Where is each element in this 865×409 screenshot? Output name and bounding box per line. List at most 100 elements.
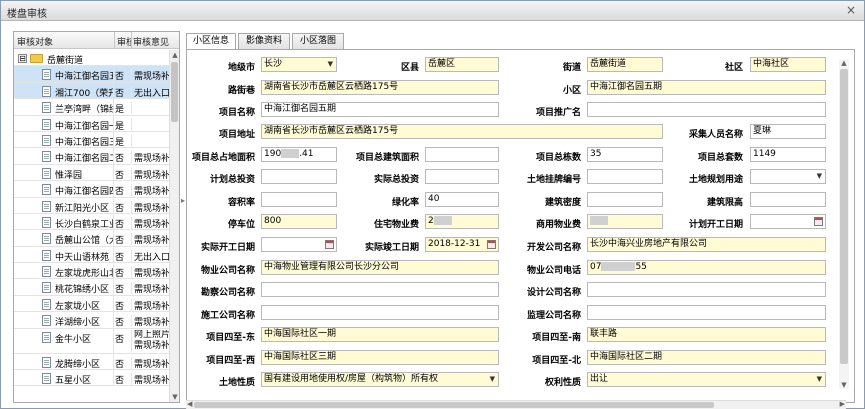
scroll-up-icon[interactable]: ▲: [171, 51, 179, 59]
com-fee-field[interactable]: [587, 214, 663, 229]
tree-row[interactable]: 中海江御名园二否需现场补: [14, 148, 171, 165]
audit-tree-grid: 审核对象 审核 审核意见 ⊟ 岳麓街道 中海江御名园五否需现场补湘江700（荣升…: [13, 31, 180, 403]
right-nature-select[interactable]: 出让 ▼: [587, 372, 826, 387]
act-end-date[interactable]: 2018-12-31: [425, 237, 499, 252]
density-field[interactable]: [587, 192, 663, 207]
dropdown-arrow-icon[interactable]: ▼: [817, 170, 822, 183]
document-icon: [42, 373, 51, 385]
estate-field[interactable]: 中海江御名园五期: [587, 80, 826, 95]
parking-field[interactable]: 800: [261, 214, 337, 229]
scroll-thumb[interactable]: [194, 402, 714, 408]
tree-row-label: 桃花锦绣小区: [55, 285, 110, 295]
tree-row[interactable]: 长沙白鹤泉工业否需现场补: [14, 213, 171, 231]
tree-row[interactable]: 中天山语林苑否无出入口: [14, 246, 171, 264]
units-field[interactable]: 1149: [750, 147, 826, 162]
calendar-icon[interactable]: [487, 240, 496, 249]
tree-row-opinion: 需现场补: [131, 200, 171, 213]
scroll-up-icon[interactable]: ▲: [840, 59, 848, 67]
land-area-field[interactable]: 190.41: [261, 147, 337, 162]
tree-row[interactable]: 湘江700（荣升否无出入口: [14, 82, 171, 100]
actual-invest-field[interactable]: [425, 169, 499, 184]
tree-row[interactable]: 兰亭湾畔（锦绣是: [14, 99, 171, 116]
tree-row[interactable]: 中海江御名园五否需现场补: [14, 66, 171, 83]
road-field[interactable]: 湖南省长沙市岳麓区云栖路175号: [261, 80, 499, 95]
tree-row[interactable]: 中海江御名园四否需现场补: [14, 181, 171, 198]
south-field[interactable]: 联丰路: [587, 327, 826, 342]
tree-row-label: 新江阳光小区: [55, 203, 110, 213]
land-cert-field[interactable]: [587, 169, 663, 184]
form-vertical-scrollbar[interactable]: ▲ ▼: [839, 59, 849, 389]
north-field[interactable]: 中海国际社区二期: [587, 350, 826, 365]
far-field[interactable]: [261, 192, 337, 207]
tree-vertical-scrollbar[interactable]: ▲ ▼: [169, 50, 179, 402]
form-horizontal-scrollbar[interactable]: ◀ ▶: [186, 400, 846, 409]
calendar-icon[interactable]: [325, 240, 334, 249]
build-area-field[interactable]: [425, 147, 499, 162]
header-audit-status[interactable]: 审核: [117, 35, 131, 48]
act-start-date[interactable]: [261, 237, 337, 252]
actual-invest-label: 实际总投资: [373, 175, 419, 185]
scroll-thumb[interactable]: [171, 62, 178, 122]
tree-row[interactable]: 中海江御名园一是: [14, 115, 171, 132]
tree-row[interactable]: 岳麓山公馆（大否需现场补: [14, 230, 171, 247]
tree-row[interactable]: 龙腾缔小区 否需现场补: [14, 353, 171, 371]
dropdown-arrow-icon[interactable]: ▼: [817, 373, 822, 386]
street-field[interactable]: 岳麓街道: [587, 57, 663, 72]
west-field[interactable]: 中海国际社区三期: [261, 350, 499, 365]
tree-row-opinion: 需现场补: [131, 233, 171, 246]
tree-row[interactable]: 左家垅小区 否需现场补: [14, 295, 171, 313]
tree-row-label: 中海江御名园二: [55, 154, 114, 164]
plan-start-date[interactable]: [750, 214, 826, 229]
east-field[interactable]: 中海国际社区一期: [261, 327, 499, 342]
supervise-field[interactable]: [587, 305, 826, 320]
pm-field[interactable]: 中海物业管理有限公司长沙分公司: [261, 260, 499, 275]
tree-row[interactable]: 惟泽园 否需现场补: [14, 164, 171, 182]
pane-splitter[interactable]: ▸: [181, 196, 185, 216]
column-divider[interactable]: [114, 32, 115, 49]
units-label: 项目总套数: [697, 153, 743, 163]
tree-row[interactable]: 金牛小区 否网上照片 需现场补: [14, 328, 171, 354]
calendar-icon[interactable]: [814, 217, 823, 226]
pm-phone-field[interactable]: 07 55: [587, 260, 826, 275]
project-address-field[interactable]: 湖南省长沙市岳麓区云栖路175号: [261, 124, 663, 139]
developer-field[interactable]: 长沙中海兴业房地产有限公司: [587, 237, 826, 252]
construct-field[interactable]: [261, 305, 499, 320]
land-nature-select[interactable]: 国有建设用地使用权/房屋（构筑物）所有权 ▼: [261, 372, 499, 387]
county-field[interactable]: 岳麓区: [425, 57, 499, 72]
tree-root-node[interactable]: ⊟ 岳麓街道: [14, 50, 171, 67]
tree-row[interactable]: 桃花锦绣小区否需现场补: [14, 279, 171, 296]
tree-row[interactable]: 左家垅虎形山北否需现场补: [14, 263, 171, 280]
header-audit-object[interactable]: 审核对象: [17, 35, 53, 48]
scroll-down-icon[interactable]: ▼: [840, 381, 848, 389]
dropdown-arrow-icon[interactable]: ▼: [490, 373, 495, 386]
buildings-field[interactable]: 35: [587, 147, 663, 162]
collector-field[interactable]: 夏琳: [750, 124, 826, 139]
res-fee-field[interactable]: 2: [425, 214, 499, 229]
design-field[interactable]: [587, 282, 826, 297]
tree-row[interactable]: 新江阳光小区否需现场补: [14, 197, 171, 214]
promo-name-field[interactable]: [587, 102, 826, 117]
height-field[interactable]: [750, 192, 826, 207]
survey-field[interactable]: [261, 282, 499, 297]
scroll-right-icon[interactable]: ▶: [840, 400, 845, 408]
community-field[interactable]: 中海社区: [750, 57, 826, 72]
scroll-thumb[interactable]: [840, 69, 848, 364]
collapse-toggle-icon[interactable]: ⊟: [18, 54, 27, 63]
tree-row-label: 金牛小区: [55, 334, 92, 345]
column-divider[interactable]: [131, 32, 132, 49]
scroll-left-icon[interactable]: ◀: [187, 400, 192, 408]
tree-row[interactable]: 五星小区 否需现场补: [14, 370, 171, 387]
tree-row[interactable]: 洋湖缔小区 否需现场补: [14, 312, 171, 329]
close-icon[interactable]: ×: [844, 3, 858, 17]
city-select[interactable]: 长沙 ▼: [261, 57, 337, 72]
tab-estate-map[interactable]: 小区落图: [292, 33, 344, 50]
plan-invest-field[interactable]: [261, 169, 337, 184]
green-field[interactable]: 40: [425, 192, 499, 207]
tree-row[interactable]: 中海江御名园三是: [14, 131, 171, 149]
header-audit-opinion[interactable]: 审核意见: [133, 35, 169, 48]
scroll-down-icon[interactable]: ▼: [171, 393, 179, 401]
tab-image-data[interactable]: 影像资料: [238, 33, 290, 50]
land-use-select[interactable]: ▼: [750, 169, 826, 184]
project-name-field[interactable]: 中海江御名园五期: [261, 102, 499, 117]
dropdown-arrow-icon[interactable]: ▼: [328, 58, 333, 71]
